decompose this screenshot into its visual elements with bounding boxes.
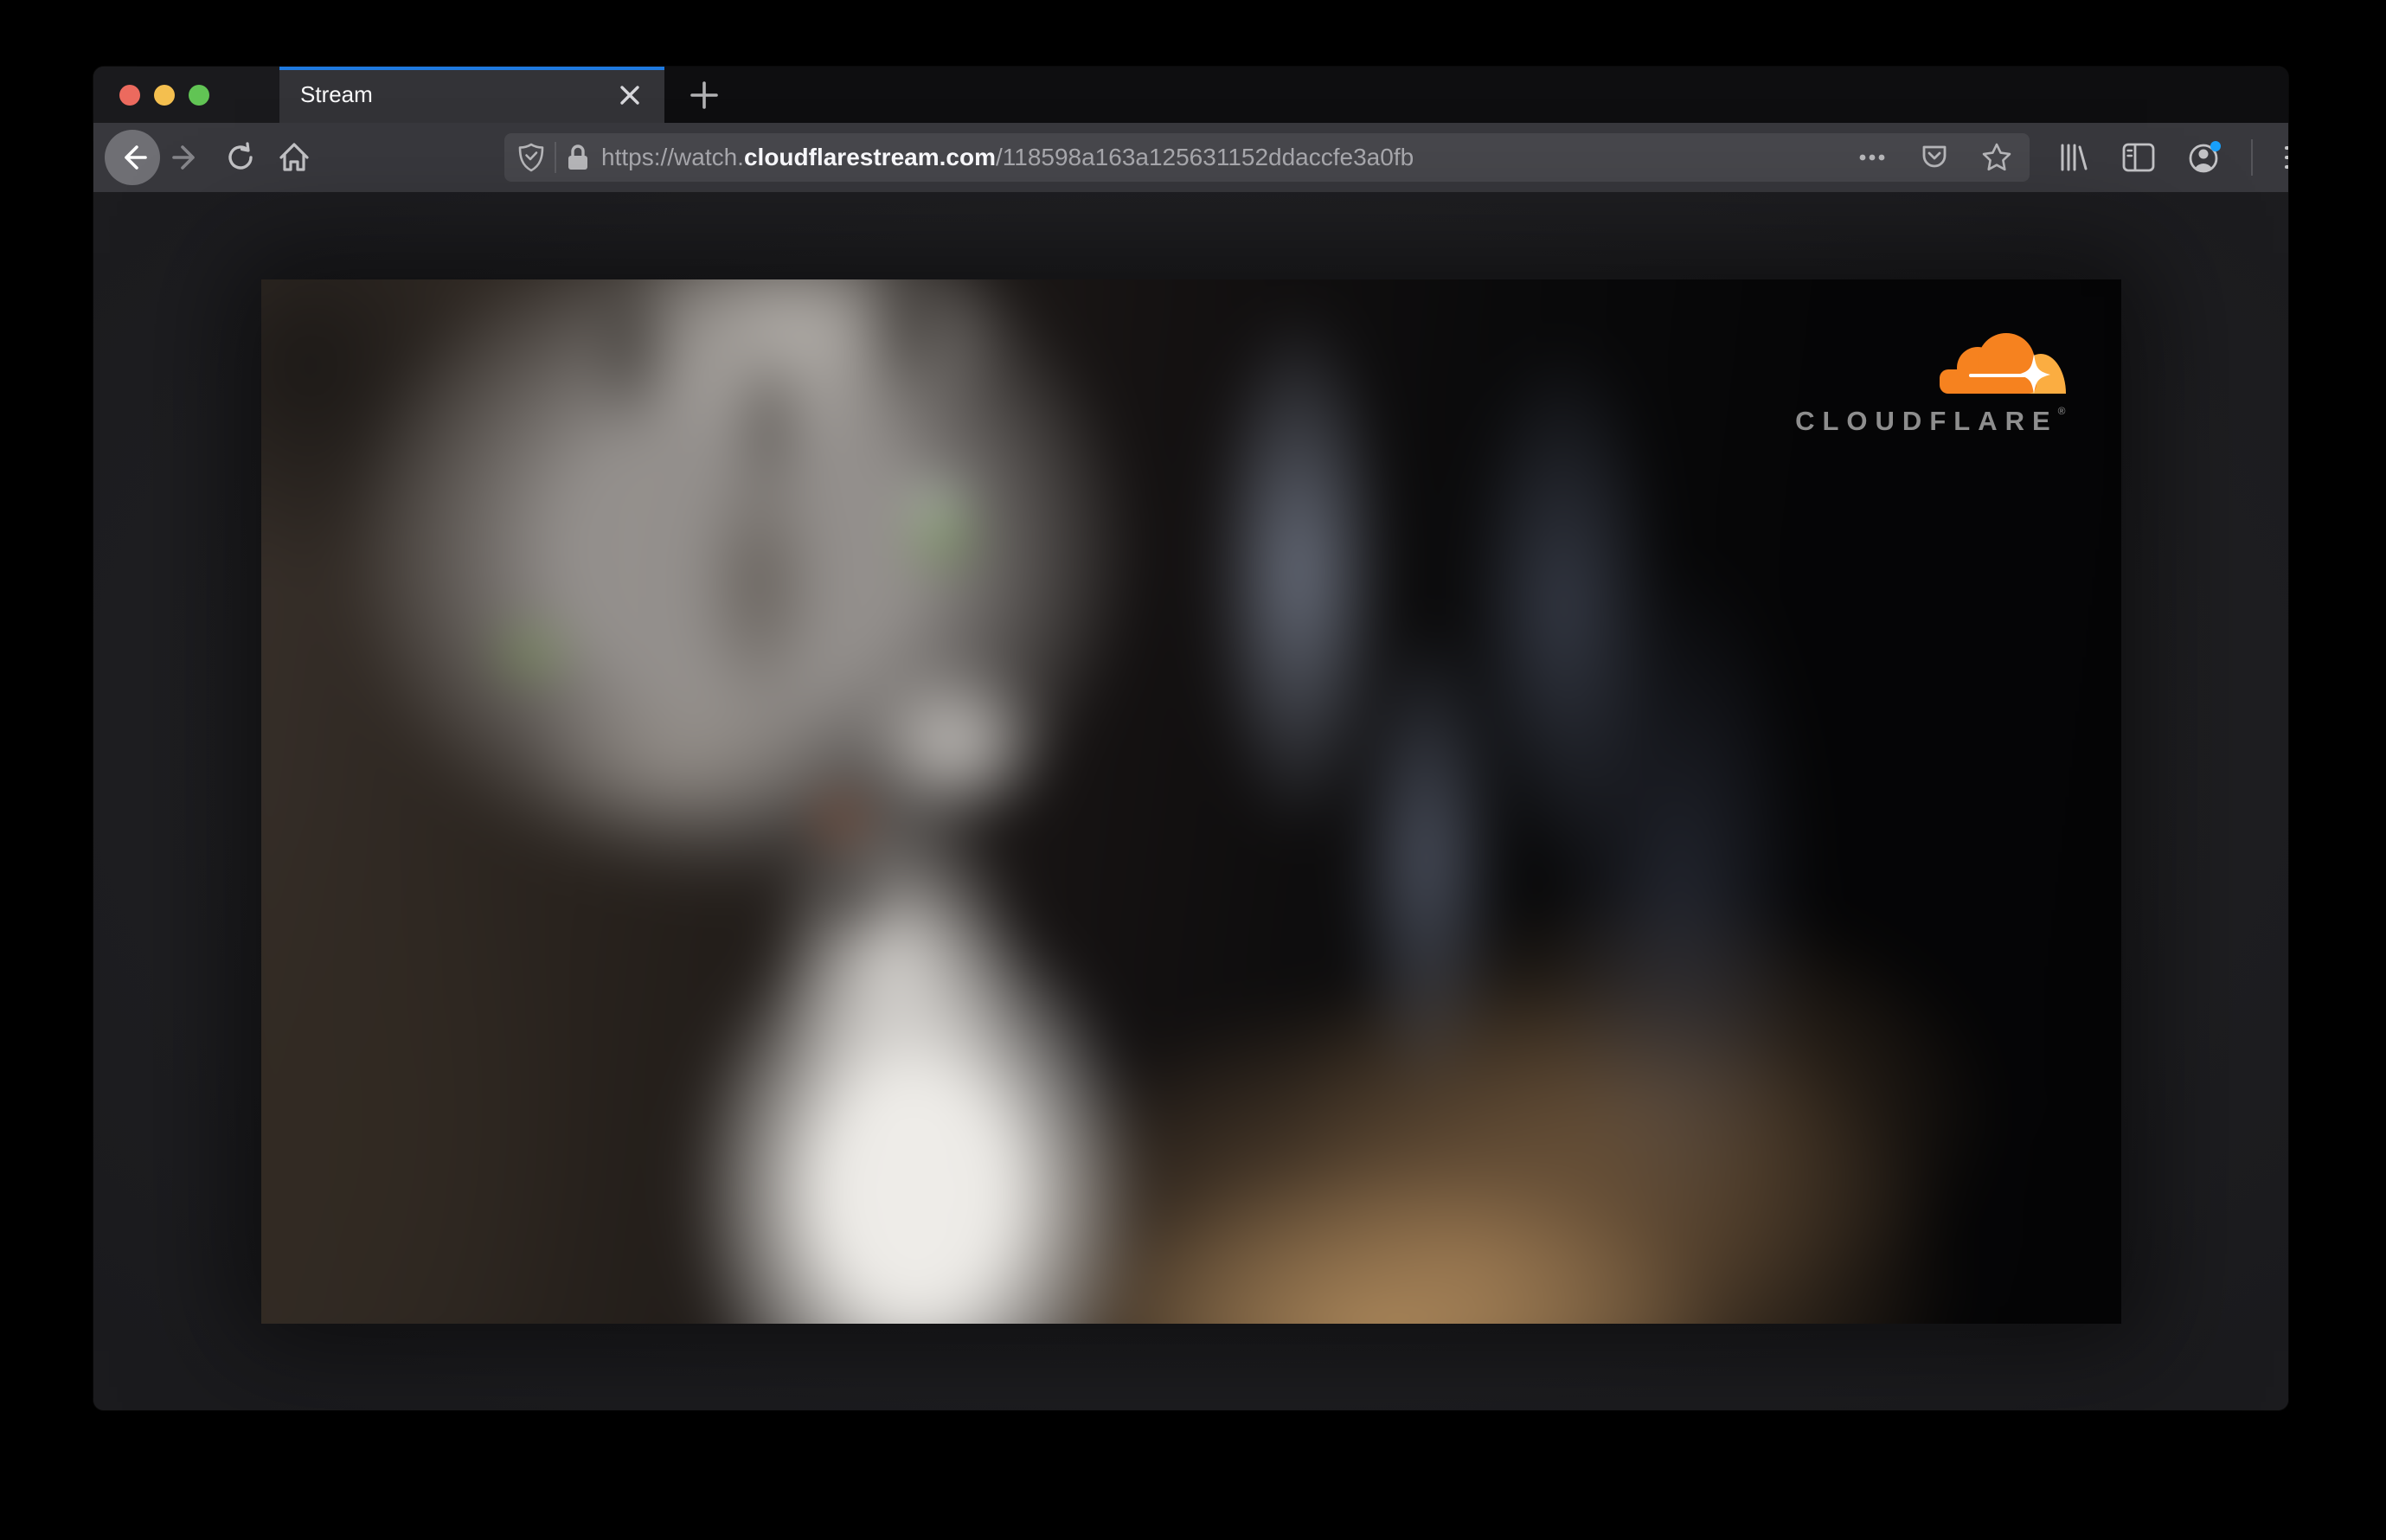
forward-arrow-icon	[172, 145, 195, 170]
https-lock-icon[interactable]	[567, 144, 589, 171]
pocket-icon	[1922, 145, 1947, 168]
reload-icon	[228, 142, 253, 170]
library-icon	[2061, 144, 2088, 171]
trademark-symbol: ®	[2057, 404, 2066, 417]
tab-stream[interactable]: Stream	[279, 67, 664, 123]
url-path: /118598a163a125631152ddaccfe3a0fb	[995, 144, 1414, 170]
minimize-window-button[interactable]	[154, 84, 175, 106]
page-actions-button[interactable]	[1851, 137, 1893, 178]
titlebar-traffic-area	[93, 67, 279, 123]
back-button[interactable]	[105, 130, 160, 185]
url-scheme: https://watch.	[601, 144, 744, 170]
reload-button[interactable]	[214, 133, 267, 182]
account-button[interactable]	[2184, 137, 2225, 178]
star-icon	[1982, 143, 2011, 171]
url-text[interactable]: https://watch.cloudflarestream.com/11859…	[601, 144, 1851, 171]
toolbar-separator	[2251, 139, 2253, 176]
url-domain: cloudflarestream.com	[743, 144, 996, 170]
blurry-cat-video-frame	[260, 279, 2121, 1324]
bookmark-star-button[interactable]	[1976, 137, 2017, 178]
page-content: CLOUDFLARE®	[93, 192, 2288, 1410]
tab-title: Stream	[300, 81, 373, 107]
urlbar-separator	[555, 142, 556, 173]
close-tab-icon[interactable]	[611, 76, 649, 114]
zoom-window-button[interactable]	[189, 84, 209, 106]
cloudflare-watermark: CLOUDFLARE®	[1795, 330, 2066, 436]
sidebar-icon	[2122, 143, 2155, 172]
pocket-save-button[interactable]	[1914, 137, 1955, 178]
notification-dot	[2210, 141, 2221, 151]
tab-bar: Stream	[93, 67, 2288, 123]
hamburger-icon	[2285, 146, 2288, 169]
close-window-button[interactable]	[119, 84, 140, 106]
dots-icon	[1859, 154, 1885, 161]
sidebar-button[interactable]	[2118, 137, 2159, 178]
menu-button[interactable]	[2279, 137, 2288, 178]
cloudflare-cloud-icon	[1939, 332, 2066, 394]
library-button[interactable]	[2052, 137, 2094, 178]
home-button[interactable]	[267, 133, 321, 182]
back-arrow-icon	[125, 145, 147, 170]
plus-icon	[690, 80, 718, 109]
cloudflare-wordmark: CLOUDFLARE®	[1795, 404, 2066, 436]
video-player[interactable]: CLOUDFLARE®	[260, 279, 2121, 1324]
new-tab-button[interactable]	[664, 67, 744, 123]
tab-strip-empty	[664, 67, 2288, 123]
navigation-toolbar: https://watch.cloudflarestream.com/11859…	[93, 123, 2288, 192]
home-icon	[279, 143, 309, 171]
url-bar[interactable]: https://watch.cloudflarestream.com/11859…	[504, 133, 2030, 182]
forward-button[interactable]	[160, 133, 214, 182]
tracking-protection-shield-icon[interactable]	[518, 143, 544, 172]
account-icon	[2189, 141, 2221, 173]
browser-window: Stream https://watch.cloudflarestream.co…	[93, 67, 2288, 1410]
